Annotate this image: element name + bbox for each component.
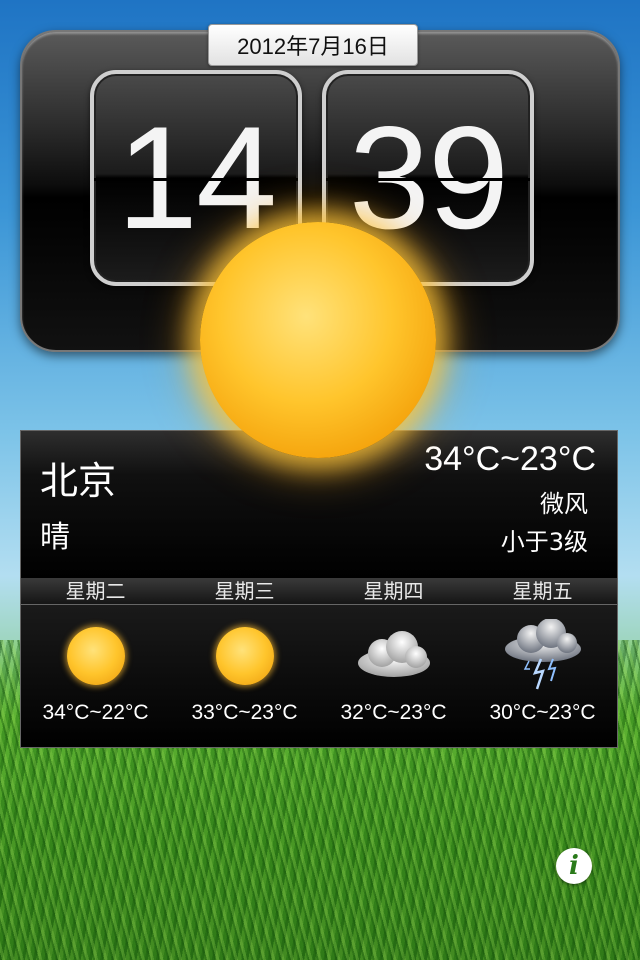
forecast-item: 34°C~22°C [21,605,170,747]
forecast-day: 星期四 [363,579,424,603]
forecast-temp: 30°C~23°C [489,701,596,724]
city-name: 北京 [40,459,117,503]
info-button[interactable]: i [556,848,592,884]
sun-icon [215,627,274,685]
forecast-day: 星期三 [214,579,275,603]
forecast-day: 星期五 [512,579,573,603]
sun-icon [66,627,125,685]
temperature-range: 34°C~23°C [424,440,596,478]
forecast-temp: 32°C~23°C [340,701,447,724]
forecast-panel: 34°C~22°C 33°C~23°C 32°C~23°C 30°C~23°C [20,604,618,748]
forecast-item: 33°C~23°C [170,605,319,747]
forecast-item: 32°C~23°C [319,605,468,747]
forecast-day: 星期二 [65,579,126,603]
sun-icon [200,222,436,458]
forecast-day-bar: 星期二 星期三 星期四 星期五 [20,578,618,604]
wind-description: 微风 [540,490,588,518]
cloud-icon [357,631,430,677]
forecast-item: 30°C~23°C [468,605,617,747]
thunderstorm-icon [504,619,581,690]
weather-condition: 晴 [40,520,70,555]
date-label: 2012年7月16日 [208,24,418,66]
forecast-temp: 34°C~22°C [42,701,149,724]
forecast-temp: 33°C~23°C [191,701,298,724]
wind-level: 小于3级 [500,528,588,556]
